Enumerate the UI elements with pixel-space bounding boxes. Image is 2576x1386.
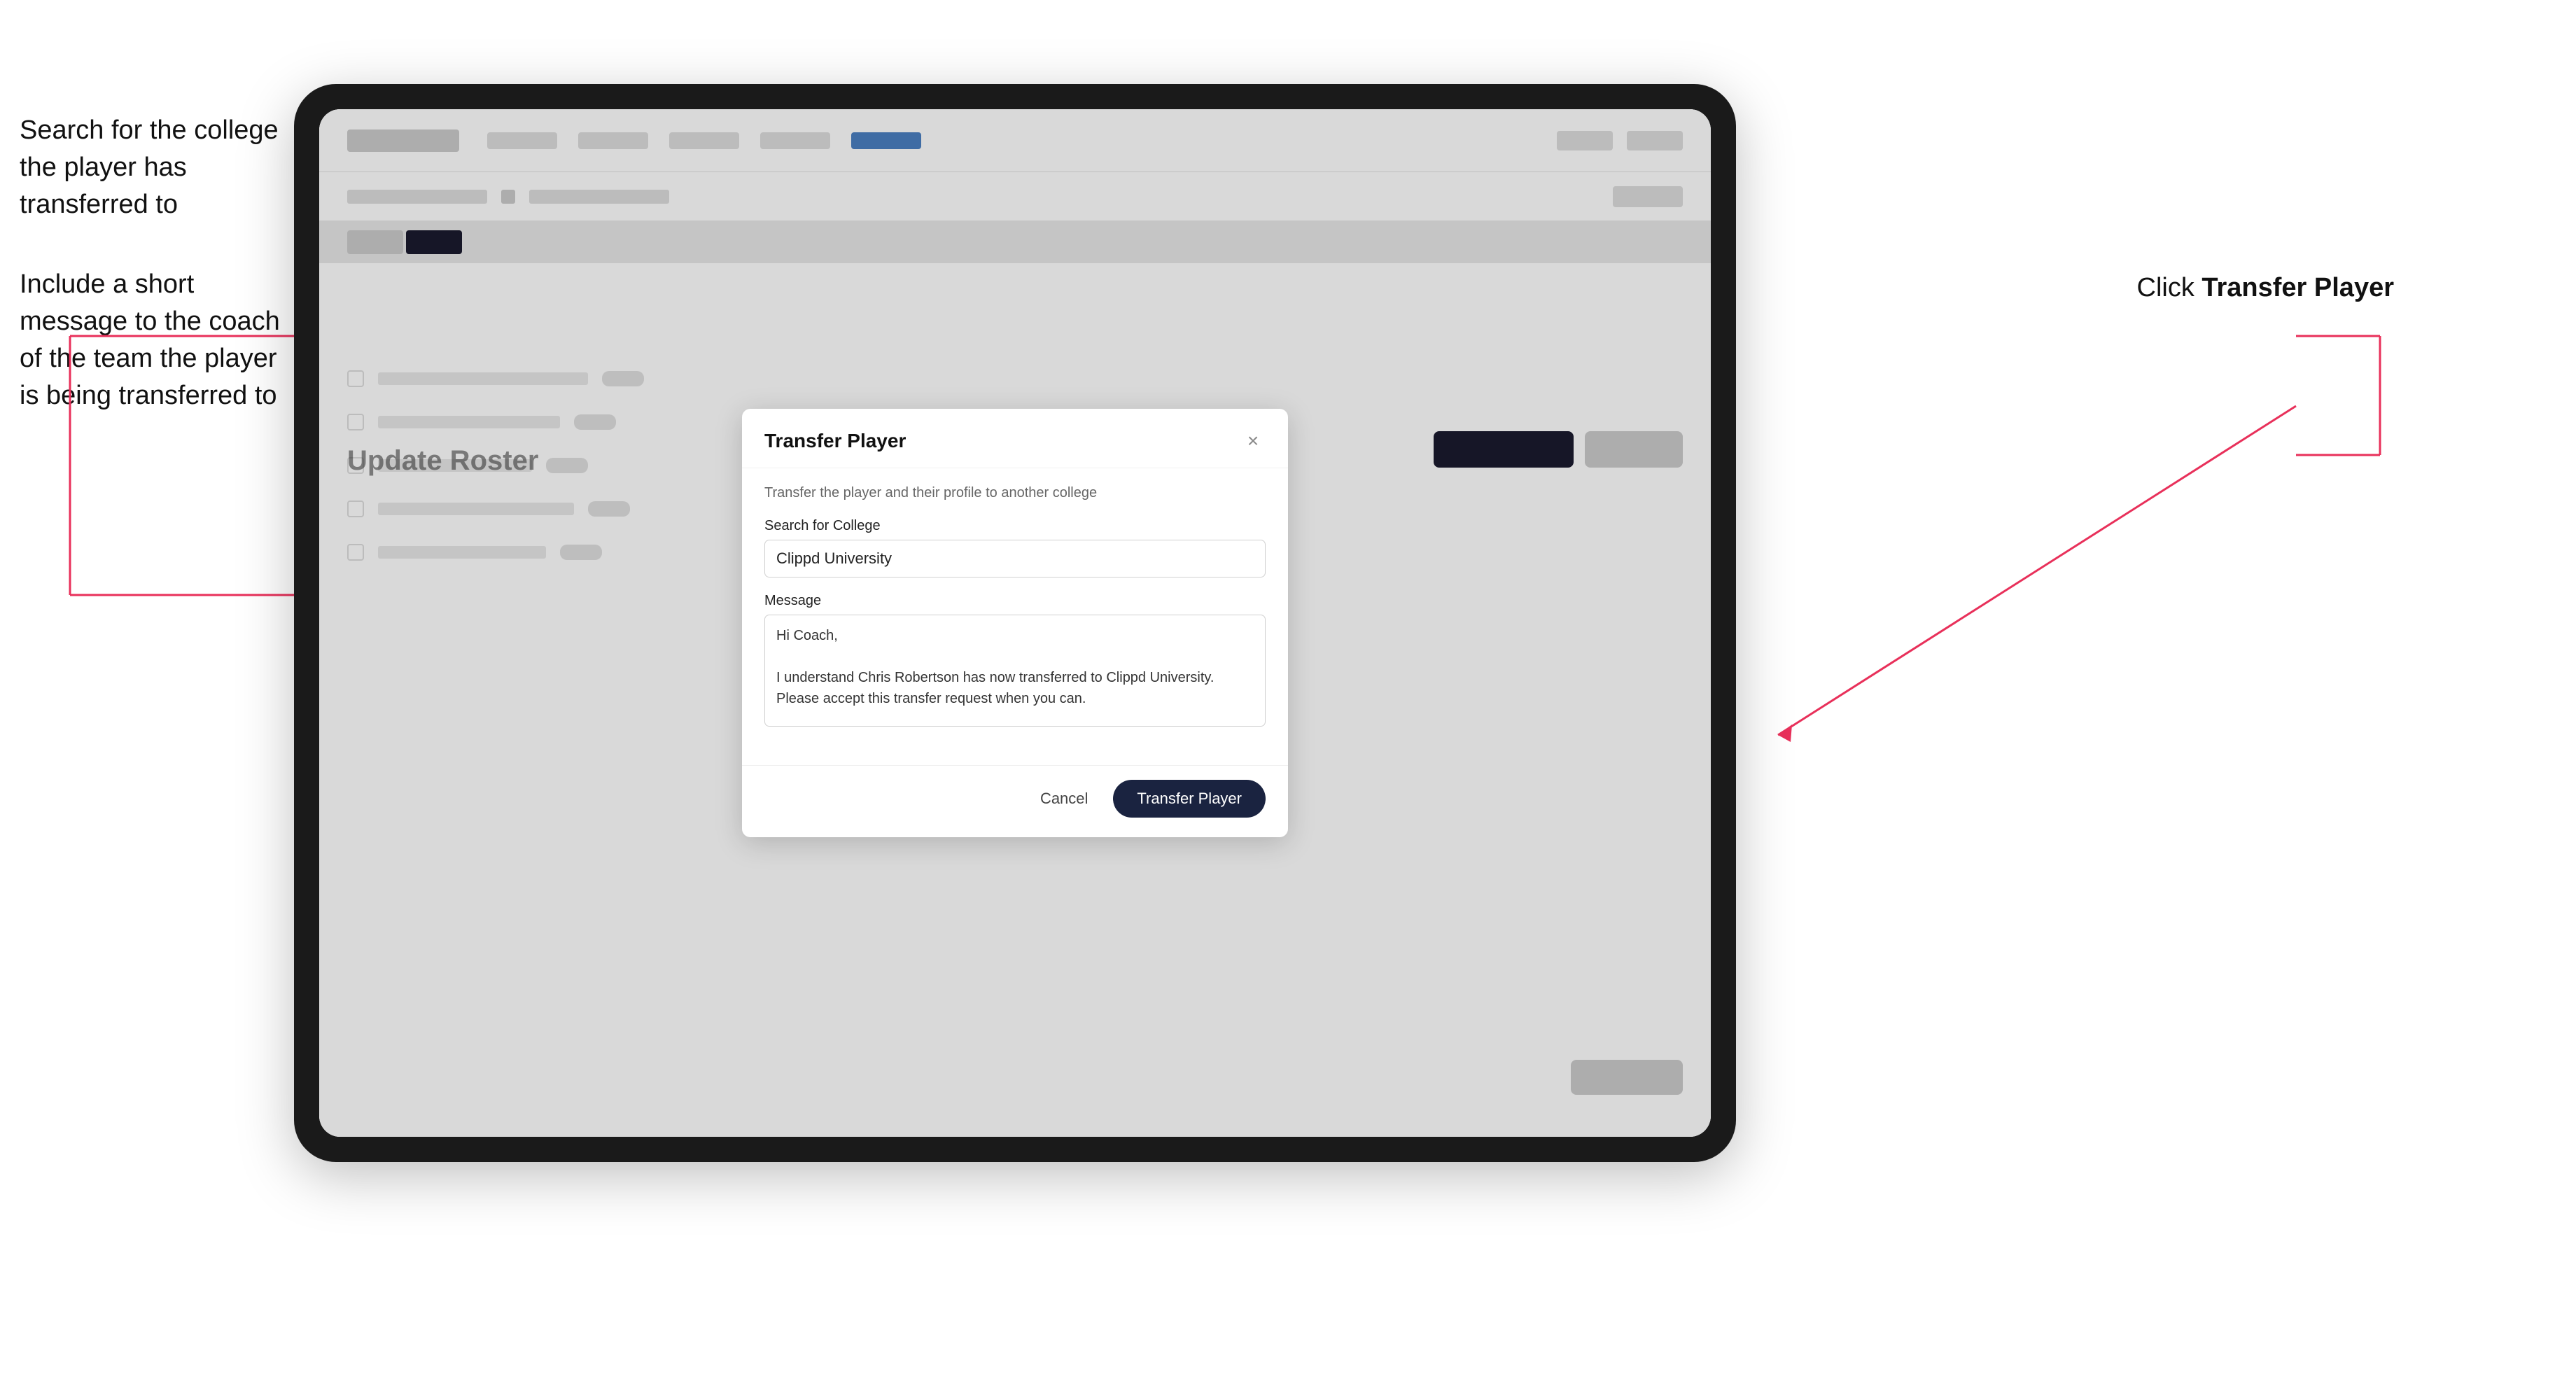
transfer-player-button[interactable]: Transfer Player [1113,780,1266,818]
search-college-label: Search for College [764,518,1266,534]
modal-overlay: Transfer Player × Transfer the player an… [319,109,1711,1137]
message-group: Message Hi Coach, I understand Chris Rob… [764,593,1266,730]
modal-body: Transfer the player and their profile to… [742,468,1288,765]
ipad-device: Update Roster [294,84,1736,1162]
left-annotation: Search for the college the player has tr… [20,112,286,456]
search-college-input[interactable] [764,540,1266,578]
annotation-prefix: Click [2137,273,2202,302]
annotation-text-1: Search for the college the player has tr… [20,112,286,224]
modal-footer: Cancel Transfer Player [742,765,1288,837]
right-annotation: Click Transfer Player [2137,273,2395,303]
ipad-screen: Update Roster [319,109,1711,1137]
transfer-player-modal: Transfer Player × Transfer the player an… [742,409,1288,837]
modal-header: Transfer Player × [742,409,1288,468]
modal-close-button[interactable]: × [1240,428,1266,454]
modal-description: Transfer the player and their profile to… [764,485,1266,501]
annotation-bold: Transfer Player [2202,273,2394,302]
modal-title: Transfer Player [764,430,906,452]
annotation-text-2: Include a short message to the coach of … [20,266,286,415]
message-textarea[interactable]: Hi Coach, I understand Chris Robertson h… [764,615,1266,727]
message-label: Message [764,593,1266,609]
cancel-button[interactable]: Cancel [1026,781,1102,816]
search-college-group: Search for College [764,518,1266,578]
